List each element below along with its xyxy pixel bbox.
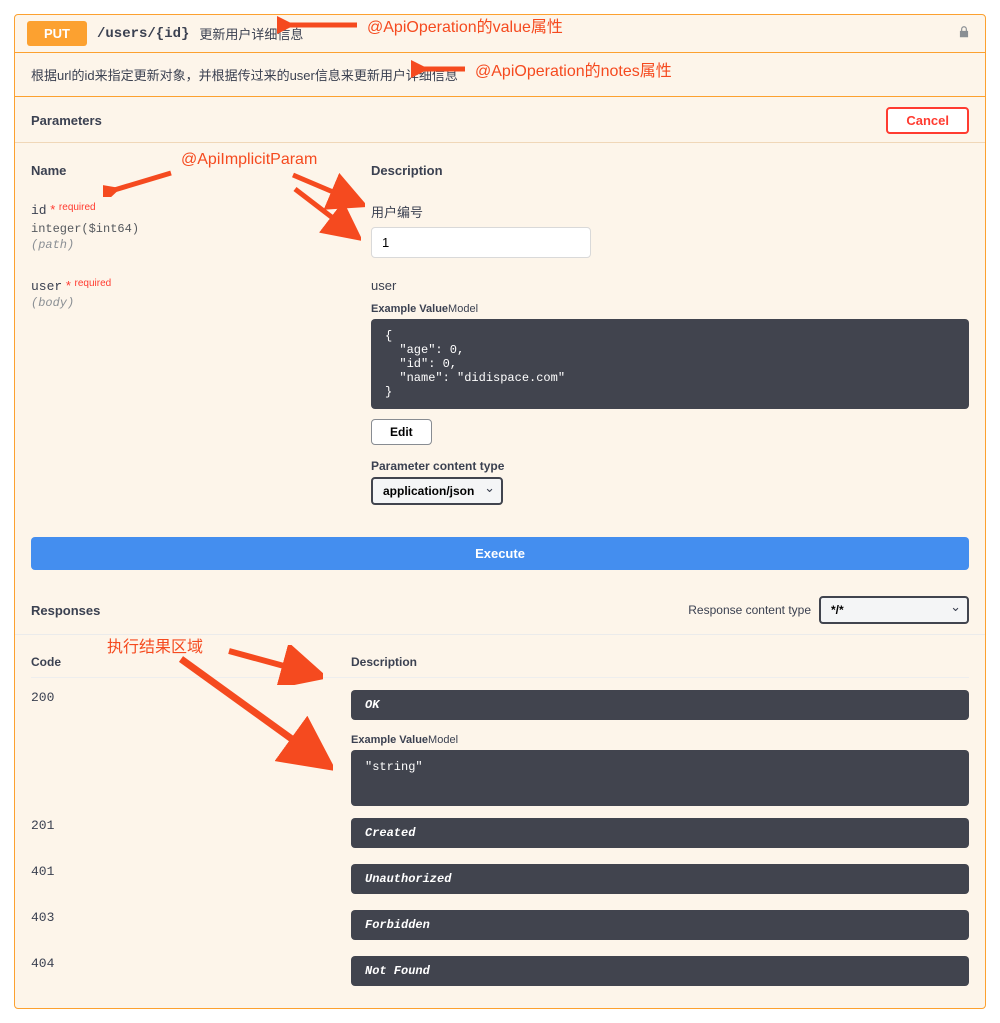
- execute-button[interactable]: Execute: [31, 537, 969, 570]
- response-example-body[interactable]: "string": [351, 750, 969, 806]
- responses-title: Responses: [31, 603, 100, 618]
- param-value-input[interactable]: [371, 227, 591, 258]
- response-description: Created: [351, 818, 969, 848]
- response-code: 403: [31, 910, 351, 925]
- response-row: 201 Created: [31, 806, 969, 852]
- responses-body: 执行结果区域 Code Description 200 OK Example V…: [15, 635, 985, 1008]
- example-value-label[interactable]: Example Value: [351, 734, 428, 746]
- annotation-arrow-icon: [411, 59, 467, 79]
- required-star-icon: *: [66, 278, 71, 293]
- required-text: required: [59, 202, 96, 213]
- response-row: 403 Forbidden: [31, 898, 969, 944]
- annotation-arrow-icon: [173, 651, 333, 771]
- parameter-row: user * required (body) user Example Valu…: [31, 264, 969, 511]
- annotation-arrow-icon: [277, 13, 359, 37]
- cancel-button[interactable]: Cancel: [886, 107, 969, 134]
- example-value-body[interactable]: { "age": 0, "id": 0, "name": "didispace.…: [371, 319, 969, 409]
- param-name: id: [31, 203, 47, 218]
- col-header-description: Description: [351, 655, 969, 669]
- model-label[interactable]: Model: [448, 303, 478, 315]
- response-description: Forbidden: [351, 910, 969, 940]
- response-description: OK: [351, 690, 969, 720]
- annotation-implicit-param: @ApiImplicitParam: [181, 151, 317, 169]
- edit-button[interactable]: Edit: [371, 419, 432, 445]
- operation-notes: 根据url的id来指定更新对象，并根据传过来的user信息来更新用户详细信息 @…: [15, 52, 985, 97]
- response-code: 404: [31, 956, 351, 971]
- annotation-value-attr: @ApiOperation的value属性: [367, 13, 563, 37]
- operation-header[interactable]: PUT /users/{id} 更新用户详细信息 @ApiOperation的v…: [15, 15, 985, 52]
- response-row: 401 Unauthorized: [31, 852, 969, 898]
- param-description: user: [371, 278, 969, 293]
- parameters-body: @ApiImplicitParam Name Description id * …: [15, 143, 985, 529]
- response-description: Not Found: [351, 956, 969, 986]
- response-description: Unauthorized: [351, 864, 969, 894]
- response-content-type-select[interactable]: */*: [819, 596, 969, 624]
- lock-icon[interactable]: [957, 25, 971, 42]
- parameter-content-type-select[interactable]: application/json: [371, 477, 503, 505]
- param-in: (body): [31, 296, 371, 310]
- col-header-description: Description: [371, 163, 969, 178]
- annotation-notes-attr: @ApiOperation的notes属性: [475, 57, 672, 81]
- parameter-content-type-label: Parameter content type: [371, 459, 969, 473]
- api-operation-panel: PUT /users/{id} 更新用户详细信息 @ApiOperation的v…: [14, 14, 986, 1009]
- response-content-type-label: Response content type: [688, 603, 811, 617]
- required-text: required: [75, 278, 112, 289]
- operation-notes-text: 根据url的id来指定更新对象，并根据传过来的user信息来更新用户详细信息: [31, 68, 458, 83]
- annotation-arrow-icon: [103, 169, 173, 197]
- required-star-icon: *: [50, 202, 55, 217]
- annotation-arrow-icon: [291, 185, 361, 241]
- param-description: 用户编号: [371, 202, 969, 221]
- responses-header: Responses Response content type */*: [15, 586, 985, 635]
- parameters-title: Parameters: [31, 113, 102, 128]
- response-code: 401: [31, 864, 351, 879]
- response-row: 404 Not Found: [31, 944, 969, 990]
- endpoint-path: /users/{id}: [97, 26, 189, 42]
- model-label[interactable]: Model: [428, 734, 458, 746]
- response-row: 200 OK Example ValueModel "string": [31, 678, 969, 806]
- response-code: 201: [31, 818, 351, 833]
- param-name: user: [31, 279, 62, 294]
- parameter-row: id * required integer($int64) (path) 用户编…: [31, 196, 969, 264]
- example-value-label[interactable]: Example Value: [371, 303, 448, 315]
- parameters-header: Parameters Cancel: [15, 97, 985, 143]
- http-method-badge: PUT: [27, 21, 87, 46]
